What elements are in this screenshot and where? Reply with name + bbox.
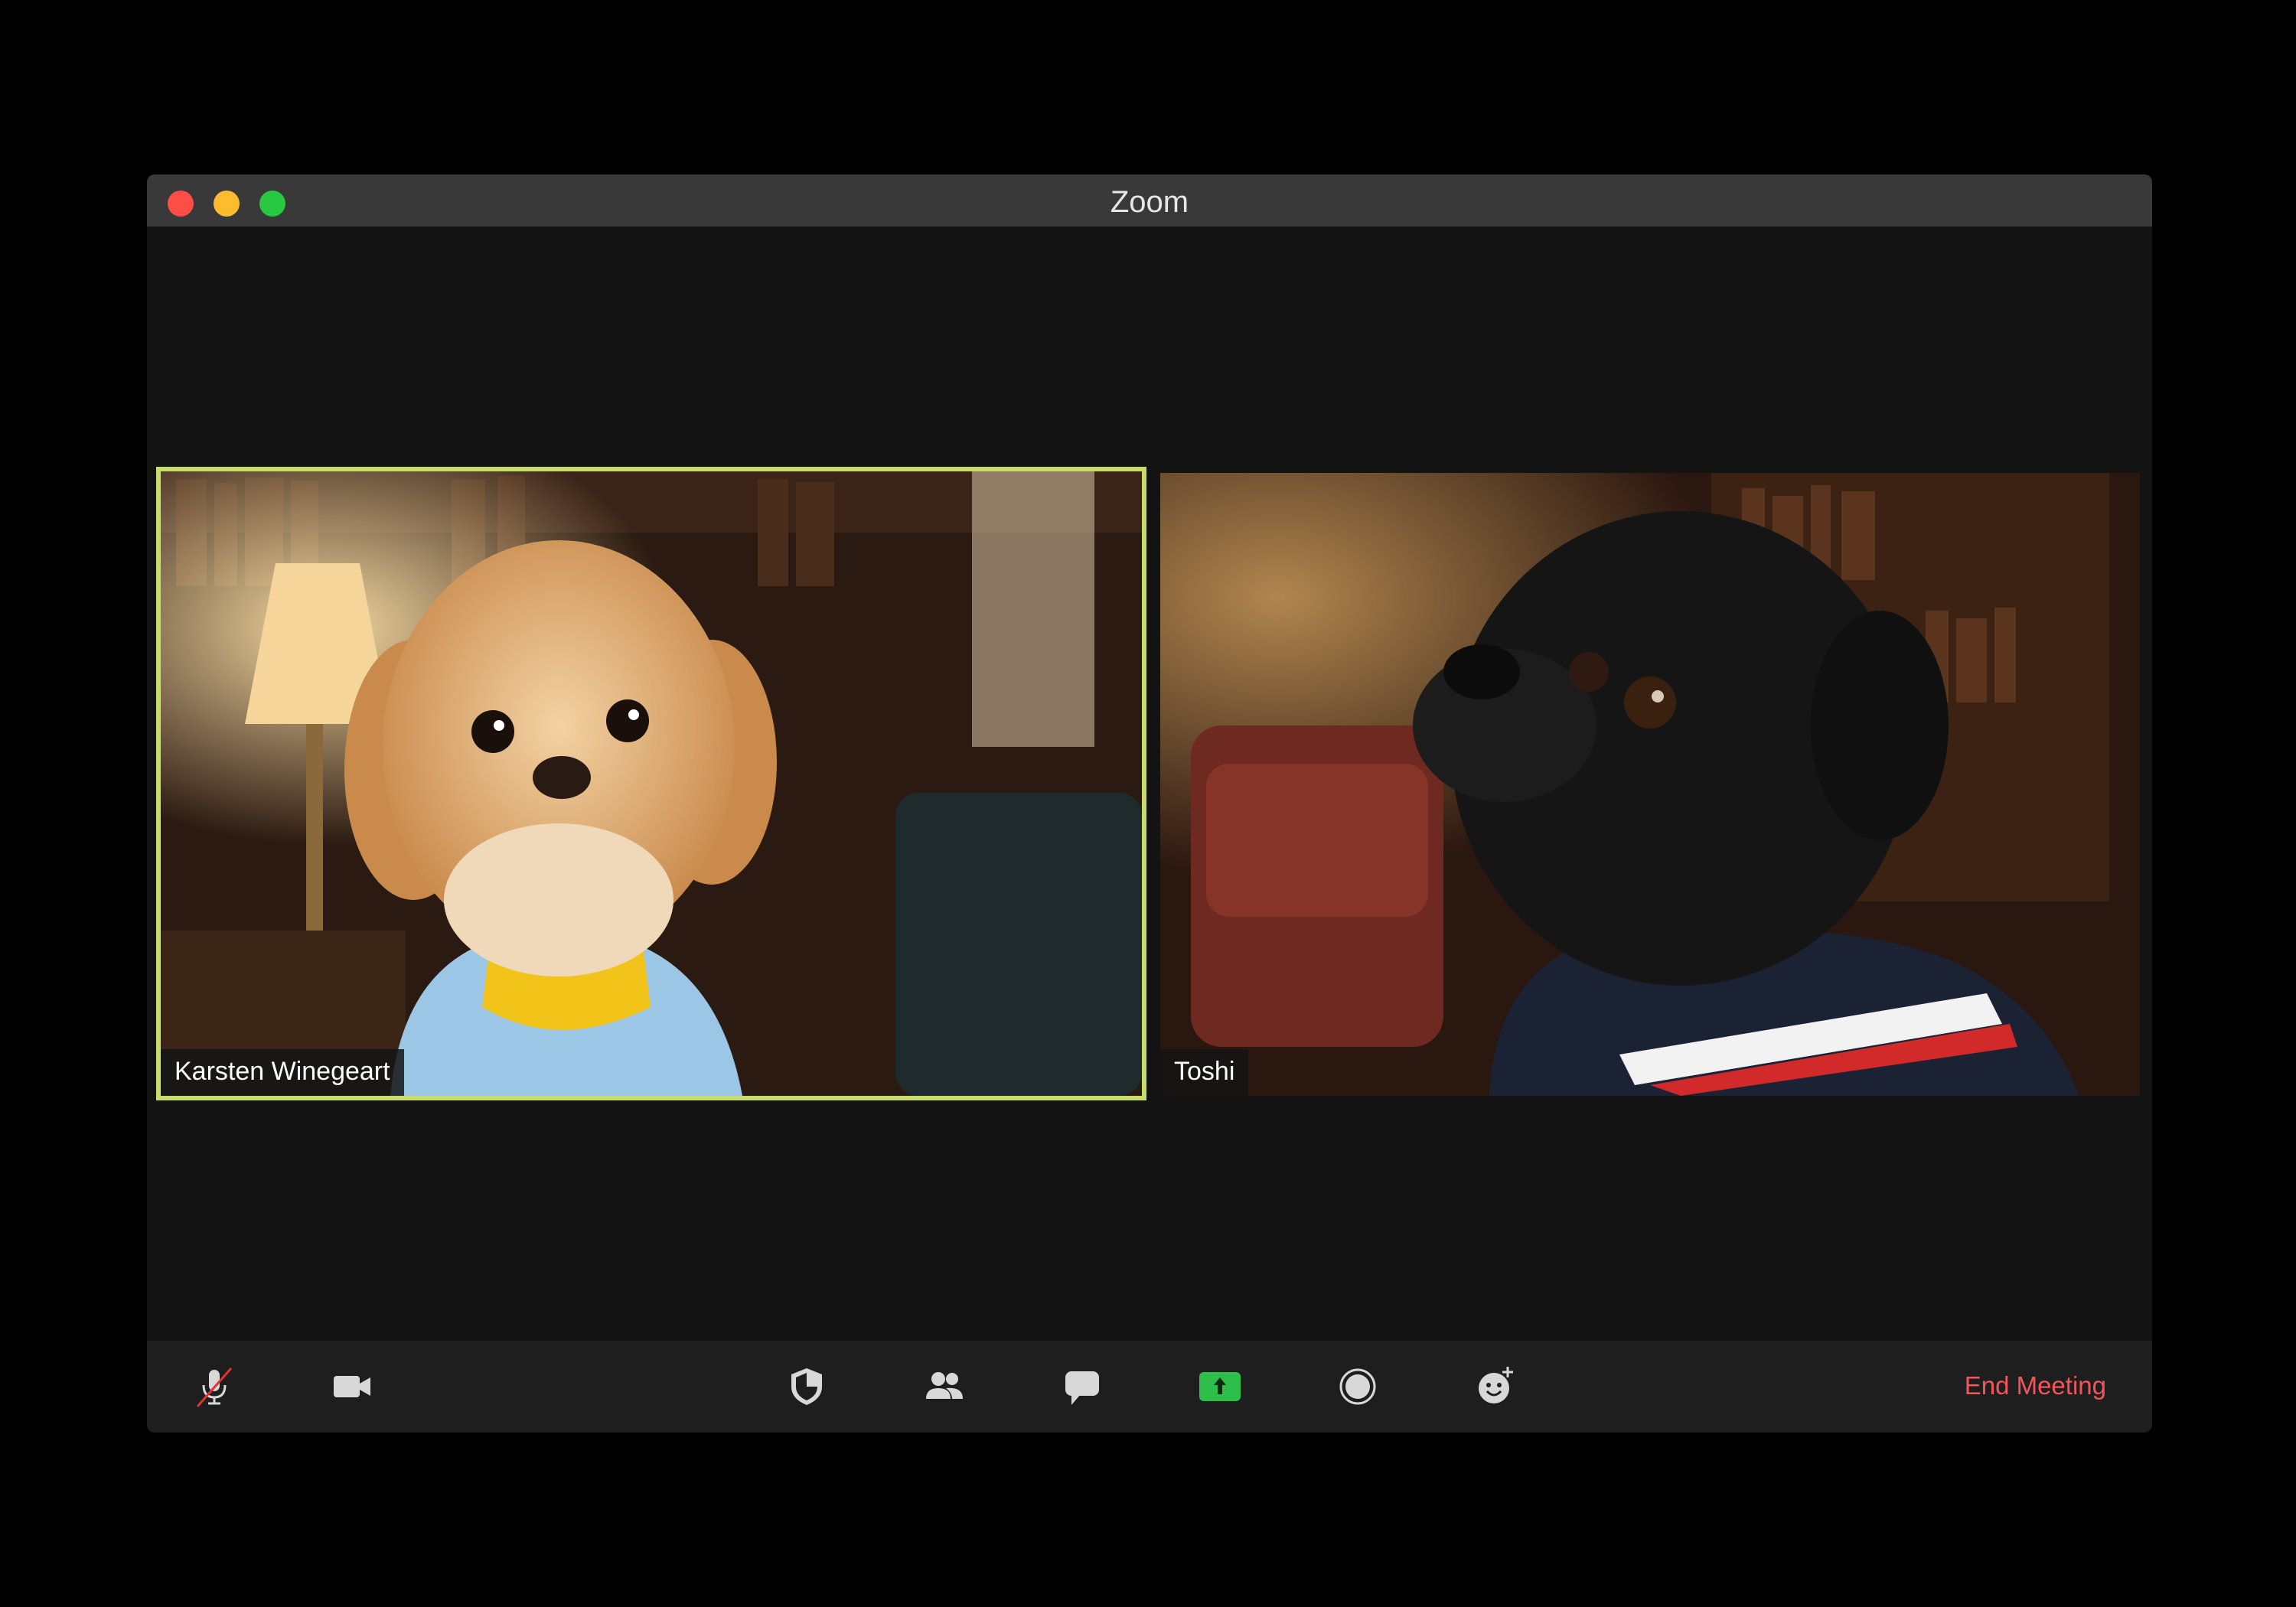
record-button[interactable] [1330, 1359, 1385, 1414]
mute-button[interactable] [187, 1359, 242, 1414]
participant-name-label: Toshi [1160, 1049, 1249, 1096]
video-tile-toshi[interactable]: Toshi [1160, 473, 2140, 1096]
microphone-muted-icon [196, 1367, 233, 1407]
stop-video-button[interactable] [325, 1359, 380, 1414]
zoom-window: Zoom Karsten Winegeart Toshi End Meeting [147, 174, 2152, 1433]
share-screen-button[interactable] [1192, 1359, 1247, 1414]
security-button[interactable] [779, 1359, 834, 1414]
reactions-button[interactable] [1468, 1359, 1523, 1414]
participant-video [1160, 473, 2140, 1096]
record-icon [1339, 1368, 1376, 1405]
participants-button[interactable] [917, 1359, 972, 1414]
meeting-toolbar: End Meeting [147, 1341, 2152, 1433]
security-shield-icon [791, 1368, 822, 1405]
video-camera-icon [334, 1376, 370, 1397]
window-title: Zoom [1110, 185, 1189, 219]
chat-button[interactable] [1055, 1359, 1110, 1414]
video-tile-karsten-winegeart[interactable]: Karsten Winegeart [156, 467, 1146, 1100]
title-bar: Zoom [147, 174, 2152, 227]
end-meeting-button[interactable]: End Meeting [1965, 1371, 2106, 1400]
participant-video [161, 471, 1142, 1096]
participants-icon [926, 1372, 963, 1399]
chat-icon [1065, 1371, 1099, 1405]
share-screen-icon [1199, 1372, 1241, 1401]
reactions-icon [1479, 1367, 1513, 1403]
participant-name-label: Karsten Winegeart [161, 1049, 404, 1096]
